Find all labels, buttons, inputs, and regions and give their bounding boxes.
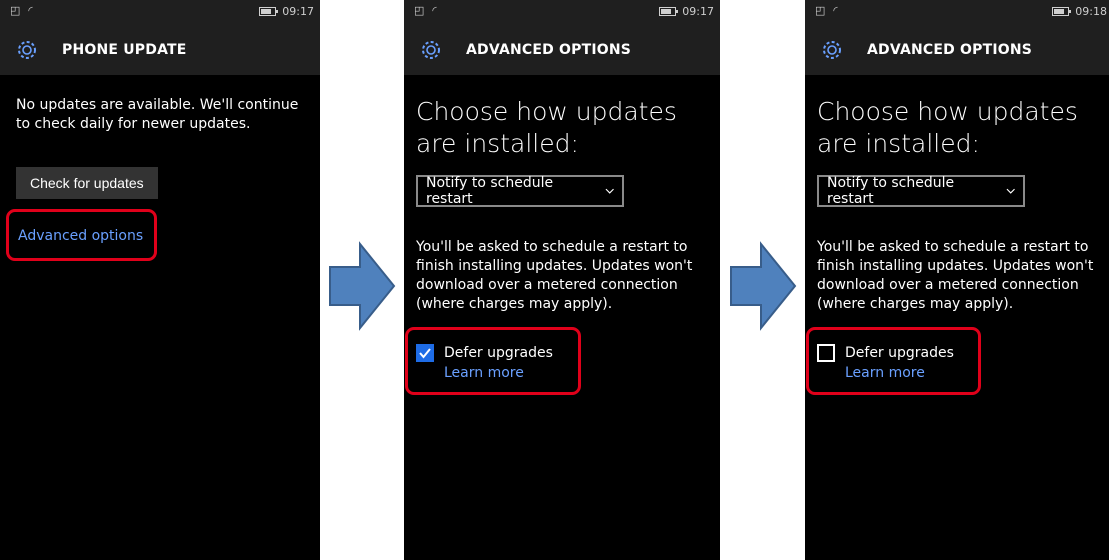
page-title: ADVANCED OPTIONS	[466, 42, 632, 58]
chevron-down-icon	[1006, 188, 1015, 194]
install-heading: Choose how updates are installed:	[817, 97, 1078, 158]
highlight-box	[405, 327, 581, 395]
install-description: You'll be asked to schedule a restart to…	[817, 239, 1094, 312]
arrow-right-icon	[329, 241, 396, 331]
status-bar: ◰ ◜ 09:17	[404, 0, 720, 25]
no-updates-message: No updates are available. We'll continue…	[16, 97, 299, 132]
status-time: 09:18	[1075, 5, 1107, 18]
phone-screen-update: ◰ ◜ 09:17 PHONE UPDATE No updates are av…	[0, 0, 320, 560]
phone-screen-advanced-options: ◰ ◜ 09:17 ADVANCED OPTIONS Choose how up…	[404, 0, 720, 560]
dropdown-value: Notify to schedule restart	[426, 175, 554, 207]
screen-rotation-icon: ◰	[10, 4, 21, 17]
status-bar: ◰ ◜ 09:18	[805, 0, 1109, 25]
page-header: PHONE UPDATE	[0, 25, 320, 75]
page-title: ADVANCED OPTIONS	[867, 42, 1033, 58]
install-mode-dropdown[interactable]: Notify to schedule restart	[416, 175, 624, 207]
gear-icon	[823, 41, 841, 59]
highlight-box	[806, 327, 981, 395]
install-description: You'll be asked to schedule a restart to…	[416, 239, 693, 312]
highlight-box	[6, 209, 157, 261]
status-bar: ◰ ◜ 09:17	[0, 0, 320, 25]
screen-rotation-icon: ◰	[815, 4, 826, 17]
install-heading: Choose how updates are installed:	[416, 97, 677, 158]
wifi-icon: ◜	[432, 4, 437, 17]
page-title: PHONE UPDATE	[62, 42, 187, 58]
status-time: 09:17	[282, 5, 314, 18]
chevron-down-icon	[605, 188, 614, 194]
battery-icon	[1052, 7, 1072, 16]
status-time: 09:17	[682, 5, 714, 18]
page-header: ADVANCED OPTIONS	[404, 25, 720, 75]
page-header: ADVANCED OPTIONS	[805, 25, 1109, 75]
install-mode-dropdown[interactable]: Notify to schedule restart	[817, 175, 1025, 207]
check-for-updates-button[interactable]: Check for updates	[16, 167, 158, 199]
gear-icon	[18, 41, 36, 59]
wifi-icon: ◜	[833, 4, 838, 17]
wifi-icon: ◜	[28, 4, 33, 17]
screen-rotation-icon: ◰	[414, 4, 425, 17]
battery-icon	[659, 7, 679, 16]
dropdown-value: Notify to schedule restart	[827, 175, 955, 207]
battery-icon	[259, 7, 279, 16]
gear-icon	[422, 41, 440, 59]
arrow-right-icon	[730, 241, 797, 331]
phone-screen-advanced-options: ◰ ◜ 09:18 ADVANCED OPTIONS Choose how up…	[805, 0, 1109, 560]
